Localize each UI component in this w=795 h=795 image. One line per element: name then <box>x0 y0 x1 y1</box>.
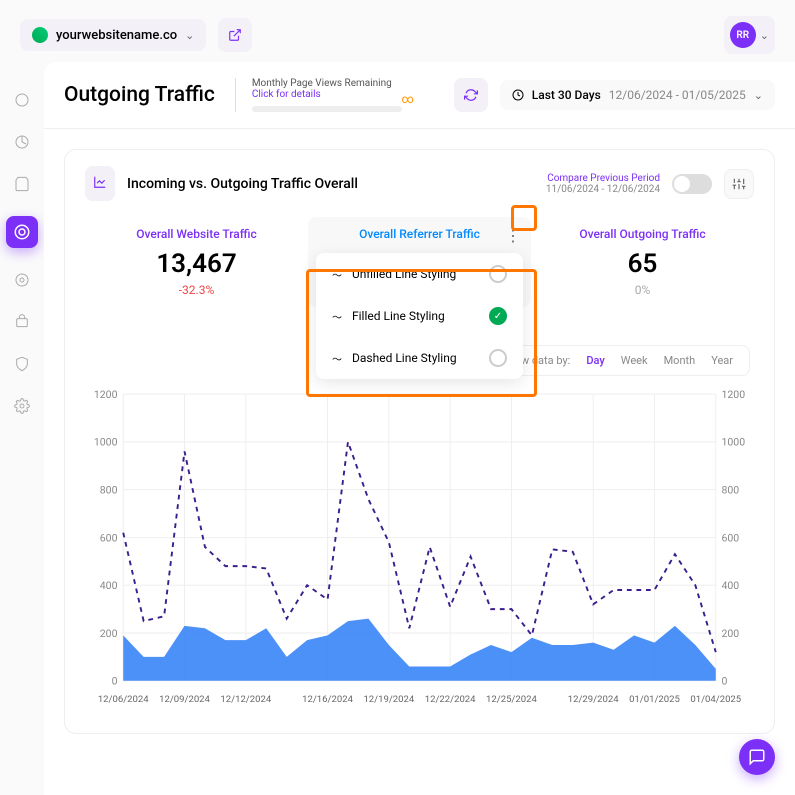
svg-text:12/22/2024: 12/22/2024 <box>425 694 476 705</box>
nav-icon-6[interactable] <box>12 312 32 332</box>
date-range-text: 12/06/2024 - 01/05/2025 <box>609 88 746 102</box>
traffic-chart: 0 0 200 200 400 400 600 600 800 800 1000 1000 1200 12… <box>85 377 754 717</box>
svg-text:1000: 1000 <box>94 436 118 449</box>
style-option-unfilled[interactable]: 〜 Unfilled Line Styling <box>316 253 523 295</box>
svg-text:800: 800 <box>722 483 740 496</box>
stat-change: -32.3% <box>95 283 298 297</box>
line-icon: 〜 <box>332 267 342 282</box>
svg-text:1200: 1200 <box>94 388 118 401</box>
quota-section: Monthly Page Views Remaining Click for d… <box>235 78 402 112</box>
avatar: RR <box>730 22 756 48</box>
chevron-down-icon: ⌄ <box>760 29 769 42</box>
svg-text:600: 600 <box>722 531 740 544</box>
granularity-year[interactable]: Year <box>711 354 733 367</box>
compare-label: Compare Previous Period <box>546 173 660 184</box>
svg-text:12/25/2024: 12/25/2024 <box>486 694 537 705</box>
svg-text:400: 400 <box>100 579 118 592</box>
line-icon: 〜 <box>332 309 342 324</box>
quota-title: Monthly Page Views Remaining <box>252 78 402 89</box>
more-options-button[interactable]: ⋮ <box>503 225 523 245</box>
infinity-icon: ∞ <box>401 92 413 106</box>
stat-change: 0% <box>541 283 744 297</box>
card-title: Incoming vs. Outgoing Traffic Overall <box>127 176 358 192</box>
site-name: yourwebsitename.co <box>56 28 177 43</box>
style-option-filled[interactable]: 〜 Filled Line Styling ✓ <box>316 295 523 337</box>
granularity-day[interactable]: Day <box>586 354 604 367</box>
nav-icon-settings[interactable] <box>12 396 32 416</box>
chevron-down-icon: ⌄ <box>754 89 763 102</box>
nav-icon-7[interactable] <box>12 354 32 374</box>
svg-text:12/16/2024: 12/16/2024 <box>302 694 353 705</box>
svg-text:200: 200 <box>722 627 740 640</box>
line-style-popup: 〜 Unfilled Line Styling 〜 Filled Line St… <box>316 253 523 379</box>
compare-toggle[interactable] <box>672 174 712 194</box>
site-icon <box>32 27 48 43</box>
option-label: Dashed Line Styling <box>352 351 457 365</box>
svg-text:12/12/2024: 12/12/2024 <box>220 694 271 705</box>
granularity-week[interactable]: Week <box>621 354 648 367</box>
svg-text:01/04/2025: 01/04/2025 <box>690 694 741 705</box>
svg-text:12/19/2024: 12/19/2024 <box>363 694 414 705</box>
stat-referrer-traffic[interactable]: Overall Referrer Traffic ⋮ 〜 Unfilled Li… <box>308 217 531 307</box>
period-label: Last 30 Days <box>532 88 601 102</box>
nav-icon-1[interactable] <box>12 90 32 110</box>
stat-website-traffic[interactable]: Overall Website Traffic 13,467 -32.3% <box>85 217 308 307</box>
user-menu[interactable]: RR ⌄ <box>724 16 775 54</box>
svg-text:800: 800 <box>100 483 118 496</box>
quota-details-link[interactable]: Click for details <box>252 89 402 100</box>
page-title: Outgoing Traffic <box>64 83 215 107</box>
compare-dates: 11/06/2024 - 12/06/2024 <box>546 184 660 195</box>
line-icon: 〜 <box>332 351 342 366</box>
date-range-selector[interactable]: Last 30 Days 12/06/2024 - 01/05/2025 ⌄ <box>500 80 775 110</box>
radio-checked: ✓ <box>489 307 507 325</box>
svg-text:600: 600 <box>100 531 118 544</box>
option-label: Filled Line Styling <box>352 309 445 323</box>
radio-unchecked <box>489 265 507 283</box>
svg-text:400: 400 <box>722 579 740 592</box>
svg-text:12/29/2024: 12/29/2024 <box>568 694 619 705</box>
stat-title: Overall Outgoing Traffic <box>541 227 744 241</box>
svg-text:1200: 1200 <box>722 388 746 401</box>
open-external-button[interactable] <box>218 18 252 52</box>
refresh-button[interactable] <box>454 78 488 112</box>
svg-text:200: 200 <box>100 627 118 640</box>
stat-outgoing-traffic[interactable]: Overall Outgoing Traffic 65 0% <box>531 217 754 307</box>
sidebar <box>0 60 44 795</box>
option-label: Unfilled Line Styling <box>352 267 456 281</box>
svg-text:12/09/2024: 12/09/2024 <box>159 694 210 705</box>
help-fab[interactable] <box>739 739 775 775</box>
radio-unchecked <box>489 349 507 367</box>
granularity-selector: Show data by: Day Week Month Year <box>485 345 750 376</box>
style-option-dashed[interactable]: 〜 Dashed Line Styling <box>316 337 523 379</box>
svg-text:0: 0 <box>112 675 118 688</box>
svg-text:1000: 1000 <box>722 436 746 449</box>
stat-value: 13,467 <box>95 249 298 279</box>
svg-text:12/06/2024: 12/06/2024 <box>98 694 149 705</box>
nav-icon-outgoing[interactable] <box>6 216 38 248</box>
granularity-month[interactable]: Month <box>664 354 696 367</box>
site-selector[interactable]: yourwebsitename.co ⌄ <box>20 19 206 51</box>
nav-icon-5[interactable] <box>12 270 32 290</box>
chevron-down-icon: ⌄ <box>185 29 194 42</box>
nav-icon-2[interactable] <box>12 132 32 152</box>
nav-icon-3[interactable] <box>12 174 32 194</box>
svg-text:01/01/2025: 01/01/2025 <box>629 694 680 705</box>
stat-value: 65 <box>541 249 744 279</box>
stat-title: Overall Website Traffic <box>95 227 298 241</box>
chart-settings-button[interactable] <box>724 169 754 199</box>
svg-text:0: 0 <box>722 675 728 688</box>
quota-bar: ∞ <box>252 106 402 112</box>
stat-title: Overall Referrer Traffic <box>318 227 521 241</box>
chart-icon <box>85 166 115 201</box>
